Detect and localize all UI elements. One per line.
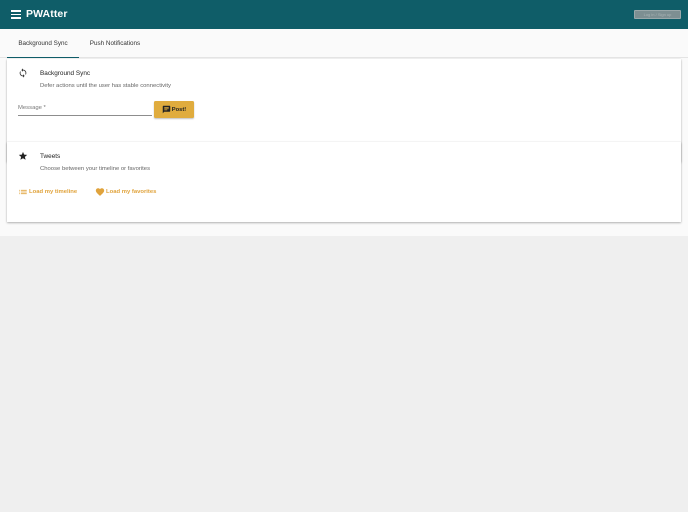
load-favorites-label: Load my favorites — [106, 189, 157, 195]
post-button-label: Post! — [171, 106, 187, 113]
tab-bar: Background Sync Push Notifications — [0, 29, 688, 58]
main-content: Background Sync Push Notifications Backg… — [0, 29, 688, 236]
tab-background-sync[interactable]: Background Sync — [7, 29, 79, 58]
card-title: Tweets — [40, 153, 61, 160]
app-title: PWAtter — [26, 8, 68, 20]
message-icon — [162, 105, 170, 114]
list-icon — [19, 189, 27, 195]
card-title: Background Sync — [40, 70, 91, 77]
sync-icon — [19, 68, 27, 78]
post-button[interactable]: Post! — [154, 101, 194, 118]
tweets-card: Tweets Choose between your timeline or f… — [7, 142, 681, 222]
menu-icon[interactable] — [11, 10, 21, 19]
toolbar-account-button[interactable]: Log in / Sign up — [634, 10, 681, 19]
message-input[interactable] — [18, 115, 152, 116]
app-toolbar: PWAtter Log in / Sign up — [0, 0, 688, 29]
heart-icon — [95, 188, 105, 196]
tab-push-notifications[interactable]: Push Notifications — [79, 29, 151, 58]
star-icon — [18, 151, 28, 160]
load-favorites-button[interactable]: Load my favorites — [95, 187, 156, 197]
card-subtitle: Choose between your timeline or favorite… — [40, 166, 151, 172]
load-timeline-button[interactable]: Load my timeline — [18, 187, 77, 197]
load-timeline-label: Load my timeline — [29, 189, 78, 195]
message-field-label: Message * — [18, 105, 46, 111]
card-subtitle: Defer actions until the user has stable … — [40, 83, 171, 89]
